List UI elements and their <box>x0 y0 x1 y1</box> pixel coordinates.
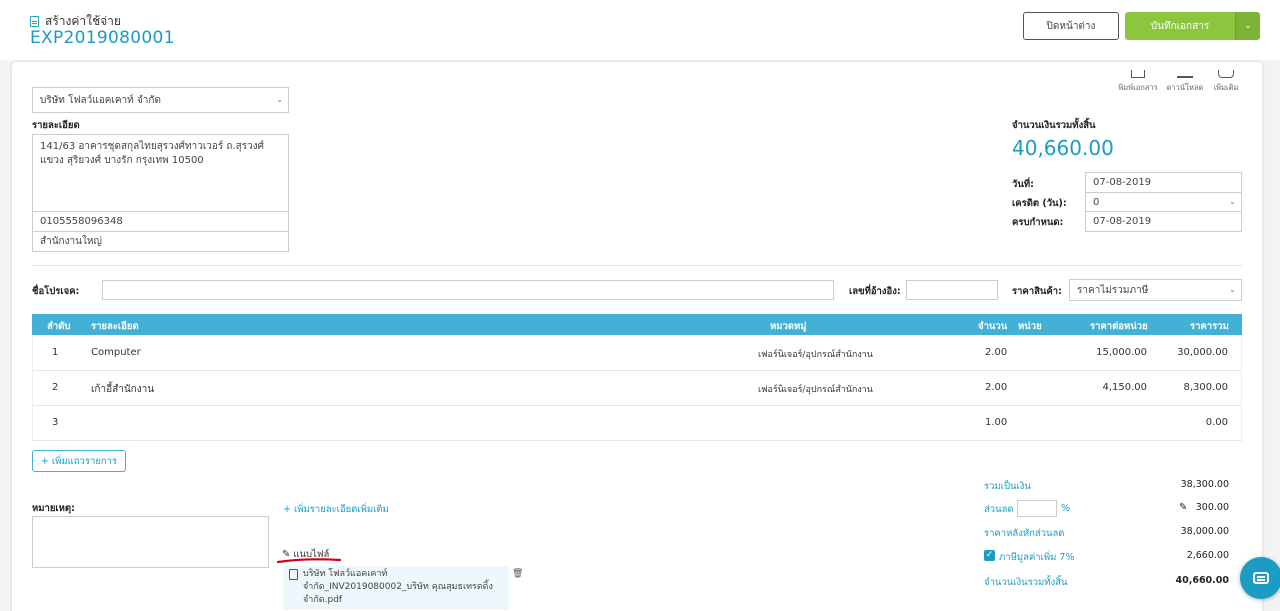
chat-button[interactable] <box>1240 557 1280 599</box>
pdf-file-icon <box>289 569 298 580</box>
credit-days-select[interactable]: 0 ⌄ <box>1085 192 1242 212</box>
details-label: รายละเอียด <box>32 120 80 131</box>
row-index: 3 <box>52 417 59 428</box>
chevron-down-icon: ⌄ <box>276 95 283 105</box>
row-unit-price[interactable]: 15,000.00 <box>1096 347 1147 358</box>
discount-label: ส่วนลด <box>984 504 1014 515</box>
divider <box>32 265 1242 266</box>
price-type-value: ราคาไม่รวมภาษี <box>1077 284 1149 296</box>
subtotal-value: 38,300.00 <box>1180 479 1229 490</box>
download-label: ดาวน์โหลด <box>1166 83 1204 92</box>
row-index: 2 <box>52 382 59 393</box>
due-date-field[interactable]: 07-08-2019 <box>1085 211 1242 232</box>
vat-label: ภาษีมูลค่าเพิ่ม 7% <box>999 552 1075 563</box>
price-type-label: ราคาสินค้า: <box>1012 286 1062 297</box>
document-number: EXP2019080001 <box>30 28 175 48</box>
print-label: พิมพ์เอกสาร <box>1118 83 1158 92</box>
credit-label: เครดิต (วัน): <box>1012 198 1067 209</box>
row-amount: 30,000.00 <box>1177 347 1228 358</box>
grand-total-value: 40,660.00 <box>1175 575 1230 586</box>
document-icon <box>30 16 39 27</box>
save-options-button[interactable]: ⌄ <box>1235 12 1260 40</box>
address-value: 141/63 อาคารชุดสกุลไทยสุรวงศ์ทาวเวอร์ ถ.… <box>40 141 264 166</box>
total-label: จำนวนเงินรวมทั้งสิ้น <box>1012 120 1096 131</box>
row-unit-price[interactable]: 4,150.00 <box>1102 382 1147 393</box>
chevron-down-icon: ⌄ <box>1244 21 1252 31</box>
download-button[interactable]: ดาวน์โหลด <box>1162 70 1208 94</box>
vat-checkbox[interactable]: ✓ <box>984 550 995 561</box>
col-details: รายละเอียด <box>91 321 139 332</box>
due-label: ครบกำหนด: <box>1012 217 1064 228</box>
address-textarea[interactable]: 141/63 อาคารชุดสกุลไทยสุรวงศ์ทาวเวอร์ ถ.… <box>32 134 289 212</box>
tax-id-value: 0105558096348 <box>40 216 123 227</box>
table-row[interactable]: 2 เก้าอี้สำนักงาน เฟอร์นิเจอร์/อุปกรณ์สำ… <box>32 370 1242 406</box>
col-unit: หน่วย <box>1018 321 1042 332</box>
row-index: 1 <box>52 347 59 358</box>
discount-value: 300.00 <box>1195 502 1229 513</box>
attached-file-name: บริษัท โฟลว์แอคเคาท์ จำกัด_INV2019080002… <box>303 569 493 605</box>
project-label: ชื่อโปรเจค: <box>32 286 80 297</box>
row-qty[interactable]: 2.00 <box>985 347 1007 358</box>
percent-sign: % <box>1061 503 1071 514</box>
date-label: วันที่: <box>1012 179 1034 190</box>
download-icon <box>1177 76 1193 78</box>
row-amount: 0.00 <box>1205 417 1228 428</box>
branch-value: สำนักงานใหญ่ <box>40 236 102 247</box>
date-field[interactable]: 07-08-2019 <box>1085 172 1242 193</box>
reference-label: เลขที่อ้างอิง: <box>849 286 901 297</box>
credit-value: 0 <box>1093 196 1100 208</box>
table-row[interactable]: 3 1.00 0.00 <box>32 405 1242 441</box>
subtotal-label: รวมเป็นเงิน <box>984 481 1031 492</box>
items-table-header: ลำดับ รายละเอียด หมวดหมู่ จำนวน หน่วย รา… <box>32 314 1242 335</box>
row-qty[interactable]: 1.00 <box>985 417 1007 428</box>
remark-textarea[interactable] <box>32 516 269 568</box>
trash-icon[interactable]: 🗑 <box>512 569 523 579</box>
remark-label: หมายเหตุ: <box>32 503 75 514</box>
grand-total-label: จำนวนเงินรวมทั้งสิ้น <box>984 577 1068 588</box>
row-category[interactable]: เฟอร์นิเจอร์/อุปกรณ์สำนักงาน <box>758 382 873 396</box>
printer-icon <box>1131 70 1145 78</box>
more-label: เพิ่มเติม <box>1213 83 1239 92</box>
vendor-select-value: บริษัท โฟลว์แอคเคาท์ จำกัด <box>40 94 161 106</box>
branch-field[interactable]: สำนักงานใหญ่ <box>32 231 289 252</box>
close-window-button[interactable]: ปิดหน้าต่าง <box>1023 12 1119 40</box>
row-category[interactable]: เฟอร์นิเจอร์/อุปกรณ์สำนักงาน <box>758 347 873 361</box>
print-button[interactable]: พิมพ์เอกสาร <box>1114 70 1162 94</box>
more-button[interactable]: เพิ่มเติม <box>1208 70 1244 94</box>
chevron-down-icon: ⌄ <box>1229 197 1236 207</box>
col-index: ลำดับ <box>47 321 71 332</box>
tax-id-field[interactable]: 0105558096348 <box>32 211 289 232</box>
save-document-button[interactable]: บันทึกเอกสาร <box>1125 12 1235 40</box>
table-row[interactable]: 1 Computer เฟอร์นิเจอร์/อุปกรณ์สำนักงาน … <box>32 335 1242 371</box>
add-details-link[interactable]: + เพิ่มรายละเอียดเพิ่มเติม <box>283 502 389 517</box>
vendor-select[interactable]: บริษัท โฟลว์แอคเคาท์ จำกัด ⌄ <box>32 87 289 113</box>
date-value: 07-08-2019 <box>1093 177 1152 188</box>
pencil-icon[interactable]: ✎ <box>1179 502 1187 513</box>
col-qty: จำนวน <box>978 321 1008 332</box>
attached-file[interactable]: บริษัท โฟลว์แอคเคาท์ จำกัด_INV2019080002… <box>283 566 509 610</box>
total-amount: 40,660.00 <box>1012 136 1114 160</box>
reference-input[interactable] <box>906 280 998 300</box>
discount-percent-input[interactable] <box>1017 500 1057 517</box>
row-qty[interactable]: 2.00 <box>985 382 1007 393</box>
chevron-down-icon: ⌄ <box>1229 285 1236 295</box>
due-date-value: 07-08-2019 <box>1093 216 1152 227</box>
price-type-select[interactable]: ราคาไม่รวมภาษี ⌄ <box>1069 279 1242 301</box>
chat-icon <box>1253 572 1269 584</box>
row-details[interactable]: เก้าอี้สำนักงาน <box>91 382 154 397</box>
col-amount: ราคารวม <box>1190 321 1229 332</box>
row-details[interactable]: Computer <box>91 347 141 358</box>
col-category: หมวดหมู่ <box>770 321 807 332</box>
after-discount-value: 38,000.00 <box>1180 526 1229 537</box>
annotation-underline <box>276 558 342 564</box>
project-input[interactable] <box>102 280 834 300</box>
more-icon <box>1218 70 1234 78</box>
row-amount: 8,300.00 <box>1183 382 1228 393</box>
add-row-button[interactable]: + เพิ่มแถวรายการ <box>32 450 126 472</box>
after-discount-label: ราคาหลังหักส่วนลด <box>984 528 1065 539</box>
vat-value: 2,660.00 <box>1186 550 1229 561</box>
col-unit-price: ราคาต่อหน่วย <box>1090 321 1148 332</box>
